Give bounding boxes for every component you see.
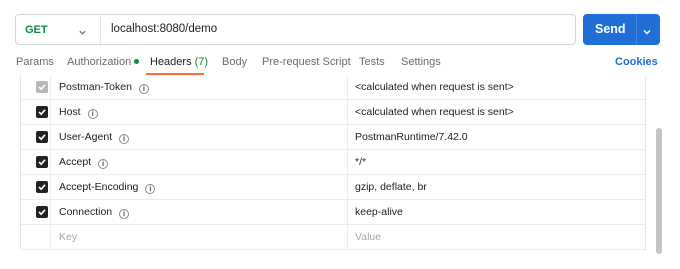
header-key: Connection i [59,206,130,219]
table-row: Postman-Token i <calculated when request … [21,75,645,100]
tab-settings[interactable]: Settings [401,56,441,68]
cookies-link[interactable]: Cookies [615,56,658,68]
status-dot [134,59,140,64]
row-checkbox[interactable] [36,156,48,168]
check-cell [21,125,51,149]
header-key: Accept i [59,156,109,169]
tab-pre-request-script[interactable]: Pre-request Script [262,56,351,68]
table-row: Accept-Encoding i gzip, deflate, br [21,175,645,200]
new-key-field[interactable]: Key [51,225,348,249]
send-label: Send [595,22,626,36]
info-icon[interactable]: i [138,84,149,94]
value-cell[interactable]: <calculated when request is sent> [348,75,645,99]
table-row: User-Agent i PostmanRuntime/7.42.0 [21,125,645,150]
row-checkbox[interactable] [36,181,48,193]
check-cell [21,200,51,224]
header-value: <calculated when request is sent> [355,81,514,93]
key-cell[interactable]: Accept i [51,150,348,174]
row-checkbox[interactable] [36,106,48,118]
value-cell[interactable]: <calculated when request is sent> [348,100,645,124]
check-icon [38,109,46,116]
header-key-label: Postman-Token [59,81,132,93]
key-cell[interactable]: Accept-Encoding i [51,175,348,199]
header-key: Host i [59,106,98,119]
key-cell[interactable]: Host i [51,100,348,124]
info-icon[interactable]: i [119,209,130,219]
tab-authorization[interactable]: Authorization [67,56,140,68]
tab-headers[interactable]: Headers (7) [150,56,208,68]
send-divider [636,14,637,45]
check-cell [21,75,51,99]
header-value: PostmanRuntime/7.42.0 [355,131,468,143]
header-value: <calculated when request is sent> [355,106,514,118]
header-key-label: Accept-Encoding [59,181,139,193]
vertical-scrollbar[interactable] [656,128,662,254]
url-input[interactable]: localhost:8080/demo [111,23,217,35]
check-icon [38,184,46,191]
tab-label: Headers [150,56,192,68]
check-cell [21,175,51,199]
check-cell [21,225,51,249]
header-key-label: Accept [59,156,92,168]
check-icon [38,209,46,216]
value-placeholder: Value [355,231,382,243]
row-checkbox[interactable] [36,81,48,93]
row-checkbox[interactable] [36,131,48,143]
check-icon [38,159,46,166]
tab-label: Pre-request Script [262,56,351,68]
tab-body[interactable]: Body [222,56,247,68]
check-cell [21,100,51,124]
method-select[interactable]: GET [16,15,101,44]
info-icon[interactable]: i [87,109,98,119]
key-cell[interactable]: Connection i [51,200,348,224]
info-icon[interactable]: i [98,159,109,169]
tab-params[interactable]: Params [16,56,54,68]
url-bar: GET localhost:8080/demo [15,14,576,45]
check-icon [38,134,46,141]
tab-label: Settings [401,56,441,68]
key-cell[interactable]: User-Agent i [51,125,348,149]
header-value: gzip, deflate, br [355,181,427,193]
send-button[interactable]: Send [583,14,660,45]
headers-table: Postman-Token i <calculated when request … [20,75,646,250]
tab-label: Body [222,56,248,68]
tab-tests[interactable]: Tests [359,56,385,68]
tab-label: Params [16,56,54,68]
chevron-down-icon[interactable] [642,24,652,42]
row-checkbox[interactable] [36,206,48,218]
table-row-new: Key Value [21,225,645,250]
tab-count: (7) [194,56,209,68]
header-value: */* [355,156,367,168]
value-cell[interactable]: keep-alive [348,200,645,224]
info-icon[interactable]: i [119,134,130,144]
new-value-field[interactable]: Value [348,225,645,249]
check-cell [21,150,51,174]
header-key-label: Host [59,106,81,118]
request-tabs: Params Authorization Headers (7) Body Pr… [0,52,680,76]
table-row: Accept i */* [21,150,645,175]
header-value: keep-alive [355,206,403,218]
header-key: Accept-Encoding i [59,181,156,194]
chevron-down-icon [78,24,87,42]
tab-label: Tests [359,56,385,68]
header-key-label: User-Agent [59,131,113,143]
header-key-label: Connection [59,206,113,218]
key-placeholder: Key [59,231,78,243]
tab-label: Authorization [67,56,132,68]
value-cell[interactable]: */* [348,150,645,174]
method-label: GET [25,24,48,36]
table-row: Host i <calculated when request is sent> [21,100,645,125]
header-key: Postman-Token i [59,81,149,94]
value-cell[interactable]: PostmanRuntime/7.42.0 [348,125,645,149]
table-row: Connection i keep-alive [21,200,645,225]
header-key: User-Agent i [59,131,130,144]
value-cell[interactable]: gzip, deflate, br [348,175,645,199]
info-icon[interactable]: i [145,184,156,194]
check-icon [38,84,46,91]
key-cell[interactable]: Postman-Token i [51,75,348,99]
